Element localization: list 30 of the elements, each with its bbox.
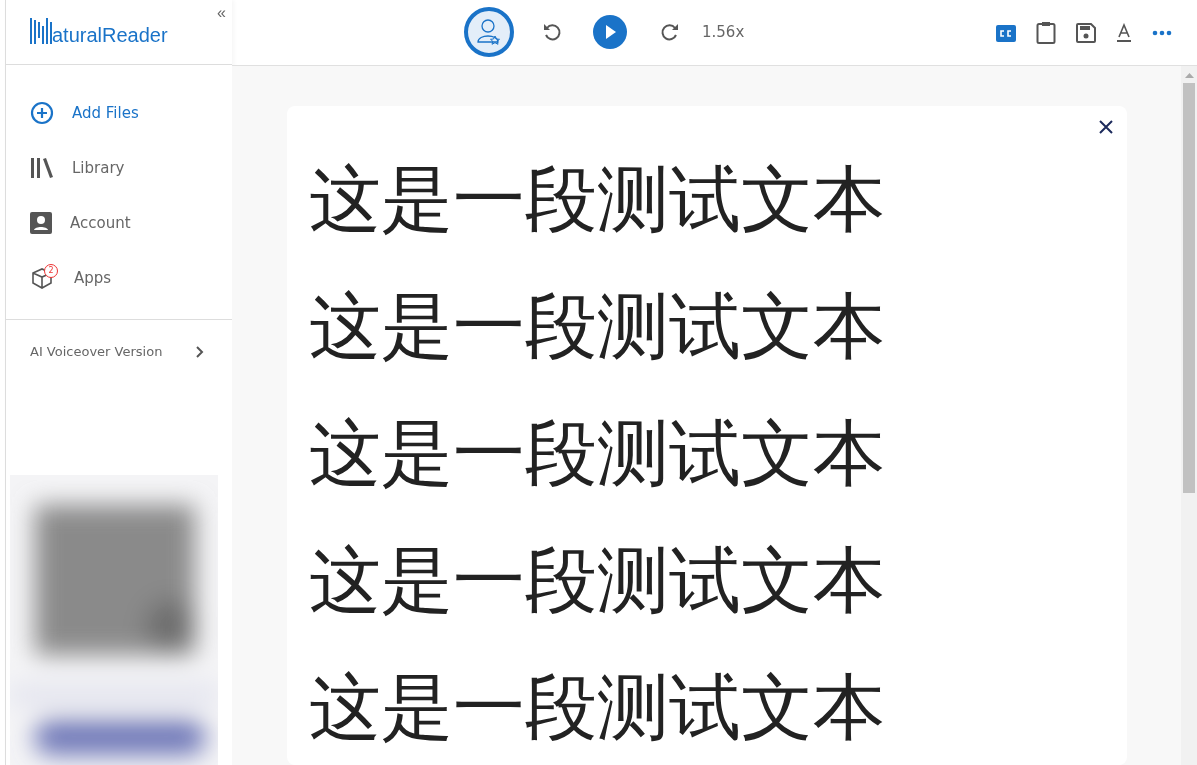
paragraph: 这是一段测试文本 <box>309 410 886 497</box>
play-button[interactable] <box>592 14 628 50</box>
rewind-icon[interactable] <box>541 21 563 43</box>
forward-icon[interactable] <box>659 21 681 43</box>
sidebar-item[interactable]: Add Files <box>6 85 232 140</box>
paragraph: 这是一段测试文本 <box>309 537 886 624</box>
logo-icon <box>30 18 52 44</box>
logo-text: aturalReader <box>52 23 168 47</box>
notification-badge: 2 <box>44 263 58 278</box>
sidebar-item[interactable]: 2 Apps <box>6 250 232 305</box>
save-icon[interactable] <box>1076 23 1096 43</box>
font-icon[interactable] <box>1116 23 1132 43</box>
paragraph: 这是一段测试文本 <box>309 283 886 370</box>
close-icon[interactable] <box>1099 120 1113 134</box>
collapse-button[interactable]: « <box>217 4 226 22</box>
scrollbar[interactable] <box>1181 66 1197 765</box>
more-icon[interactable] <box>1152 30 1172 36</box>
version-link[interactable]: AI Voiceover Version <box>6 320 232 359</box>
paragraph: 这是一段测试文本 <box>309 664 886 751</box>
chevron-icon <box>196 345 204 358</box>
library-icon <box>30 156 54 179</box>
sidebar-item[interactable]: Account <box>6 195 232 250</box>
account-icon <box>30 211 52 234</box>
add-icon <box>30 100 54 125</box>
speed-button[interactable]: 1.56x <box>702 23 745 41</box>
paragraph: 这是一段测试文本 <box>309 156 886 243</box>
voice-avatar-button[interactable] <box>463 6 515 58</box>
sidebar-item[interactable]: Library <box>6 140 232 195</box>
clipboard-icon[interactable] <box>1036 21 1056 45</box>
captions-icon[interactable] <box>996 24 1016 42</box>
